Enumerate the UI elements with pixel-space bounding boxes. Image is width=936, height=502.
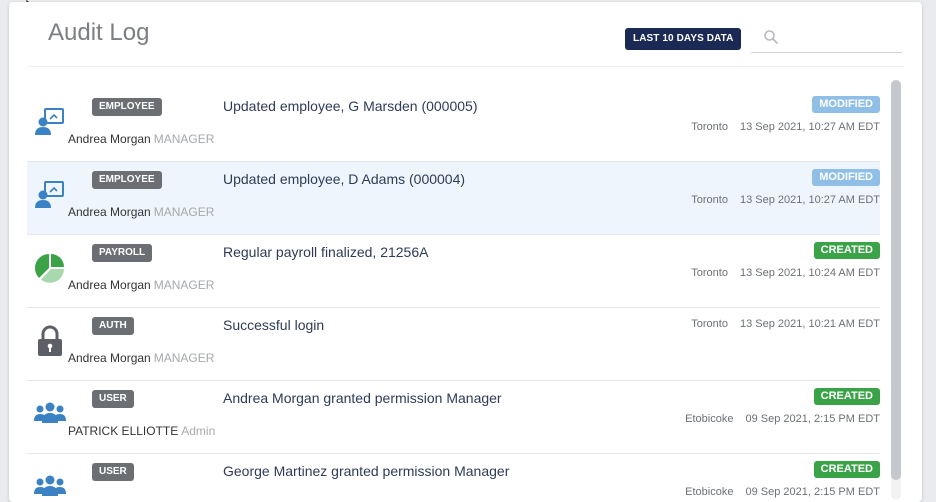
table-row[interactable]: AUTH Successful login Andrea Morgan MANAG… xyxy=(27,308,880,381)
event-description: Andrea Morgan granted permission Manager xyxy=(223,390,502,406)
audit-log-list: EMPLOYEE Updated employee, G Marsden (00… xyxy=(27,89,880,502)
event-timestamp: 13 Sep 2021, 10:27 AM EDT xyxy=(739,121,880,133)
category-badge: EMPLOYEE xyxy=(92,98,162,116)
employee-icon xyxy=(35,181,64,208)
event-user: Andrea Morgan MANAGER xyxy=(68,351,214,365)
event-timestamp: 13 Sep 2021, 10:27 AM EDT xyxy=(739,194,880,206)
date-range-badge[interactable]: LAST 10 DAYS DATA xyxy=(625,28,742,50)
list-scrollbar[interactable] xyxy=(891,80,901,500)
table-row[interactable]: USER George Martinez granted permission … xyxy=(27,454,880,502)
user-name: PATRICK ELLIOTTE xyxy=(68,424,179,438)
table-row[interactable]: PAYROLL Regular payroll finalized, 21256… xyxy=(27,235,880,308)
table-row[interactable]: EMPLOYEE Updated employee, D Adams (0000… xyxy=(27,162,880,235)
event-user: Andrea Morgan MANAGER xyxy=(68,205,214,219)
scrollbar-thumb[interactable] xyxy=(891,80,901,480)
event-meta: Etobicoke 09 Sep 2021, 2:15 PM EDT xyxy=(685,413,880,425)
status-badge: MODIFIED xyxy=(812,96,880,113)
category-badge: AUTH xyxy=(92,317,134,335)
category-badge: USER xyxy=(92,390,134,408)
event-user: Andrea Morgan MANAGER xyxy=(68,132,214,146)
user-role: Admin xyxy=(181,424,216,438)
event-meta: Etobicoke 09 Sep 2021, 2:15 PM EDT xyxy=(685,486,880,498)
payroll-pie-icon xyxy=(34,254,64,283)
event-location: Toronto xyxy=(691,267,728,279)
user-role: MANAGER xyxy=(153,278,215,292)
event-timestamp: 13 Sep 2021, 10:21 AM EDT xyxy=(739,318,880,330)
header-divider xyxy=(27,66,904,67)
event-meta: Toronto 13 Sep 2021, 10:27 AM EDT xyxy=(691,194,880,206)
event-description: Successful login xyxy=(223,317,325,333)
status-badge: MODIFIED xyxy=(812,169,880,186)
users-group-icon xyxy=(34,475,66,496)
event-meta: Toronto 13 Sep 2021, 10:27 AM EDT xyxy=(691,121,880,133)
status-badge: CREATED xyxy=(813,388,880,405)
event-location: Toronto xyxy=(691,194,728,206)
status-badge: CREATED xyxy=(813,242,880,259)
user-name: Andrea Morgan xyxy=(68,351,151,365)
status-badge: CREATED xyxy=(813,461,880,478)
user-role: MANAGER xyxy=(153,205,215,219)
event-description: Regular payroll finalized, 21256A xyxy=(223,244,429,260)
category-badge: EMPLOYEE xyxy=(92,171,162,189)
event-description: George Martinez granted permission Manag… xyxy=(223,463,510,479)
event-meta: Toronto 13 Sep 2021, 10:21 AM EDT xyxy=(691,318,880,330)
event-location: Etobicoke xyxy=(685,486,734,498)
event-user: PATRICK ELLIOTTE Admin xyxy=(68,424,215,438)
user-name: Andrea Morgan xyxy=(68,278,151,292)
event-timestamp: 09 Sep 2021, 2:15 PM EDT xyxy=(745,413,880,425)
user-name: Andrea Morgan xyxy=(68,205,151,219)
employee-icon xyxy=(35,108,64,135)
category-badge: USER xyxy=(92,463,134,481)
event-description: Updated employee, G Marsden (000005) xyxy=(223,98,478,114)
user-name: Andrea Morgan xyxy=(68,132,151,146)
event-description: Updated employee, D Adams (000004) xyxy=(223,171,466,187)
audit-log-panel: Audit Log LAST 10 DAYS DATA EMPLOYEE Upd… xyxy=(9,2,922,502)
event-timestamp: 09 Sep 2021, 2:15 PM EDT xyxy=(745,486,880,498)
category-badge: PAYROLL xyxy=(92,244,153,262)
user-role: MANAGER xyxy=(153,132,215,146)
event-location: Toronto xyxy=(691,121,728,133)
search-icon xyxy=(764,30,778,44)
table-row[interactable]: USER Andrea Morgan granted permission Ma… xyxy=(27,381,880,454)
search-box[interactable] xyxy=(751,24,902,53)
event-location: Etobicoke xyxy=(685,413,734,425)
page-title: Audit Log xyxy=(48,19,150,46)
event-user: Andrea Morgan MANAGER xyxy=(68,278,214,292)
lock-icon xyxy=(38,325,62,356)
event-timestamp: 13 Sep 2021, 10:24 AM EDT xyxy=(739,267,880,279)
users-group-icon xyxy=(34,402,66,423)
user-role: MANAGER xyxy=(153,351,215,365)
table-row[interactable]: EMPLOYEE Updated employee, G Marsden (00… xyxy=(27,89,880,162)
search-input[interactable] xyxy=(785,28,899,50)
event-location: Toronto xyxy=(691,318,728,330)
event-meta: Toronto 13 Sep 2021, 10:24 AM EDT xyxy=(691,267,880,279)
